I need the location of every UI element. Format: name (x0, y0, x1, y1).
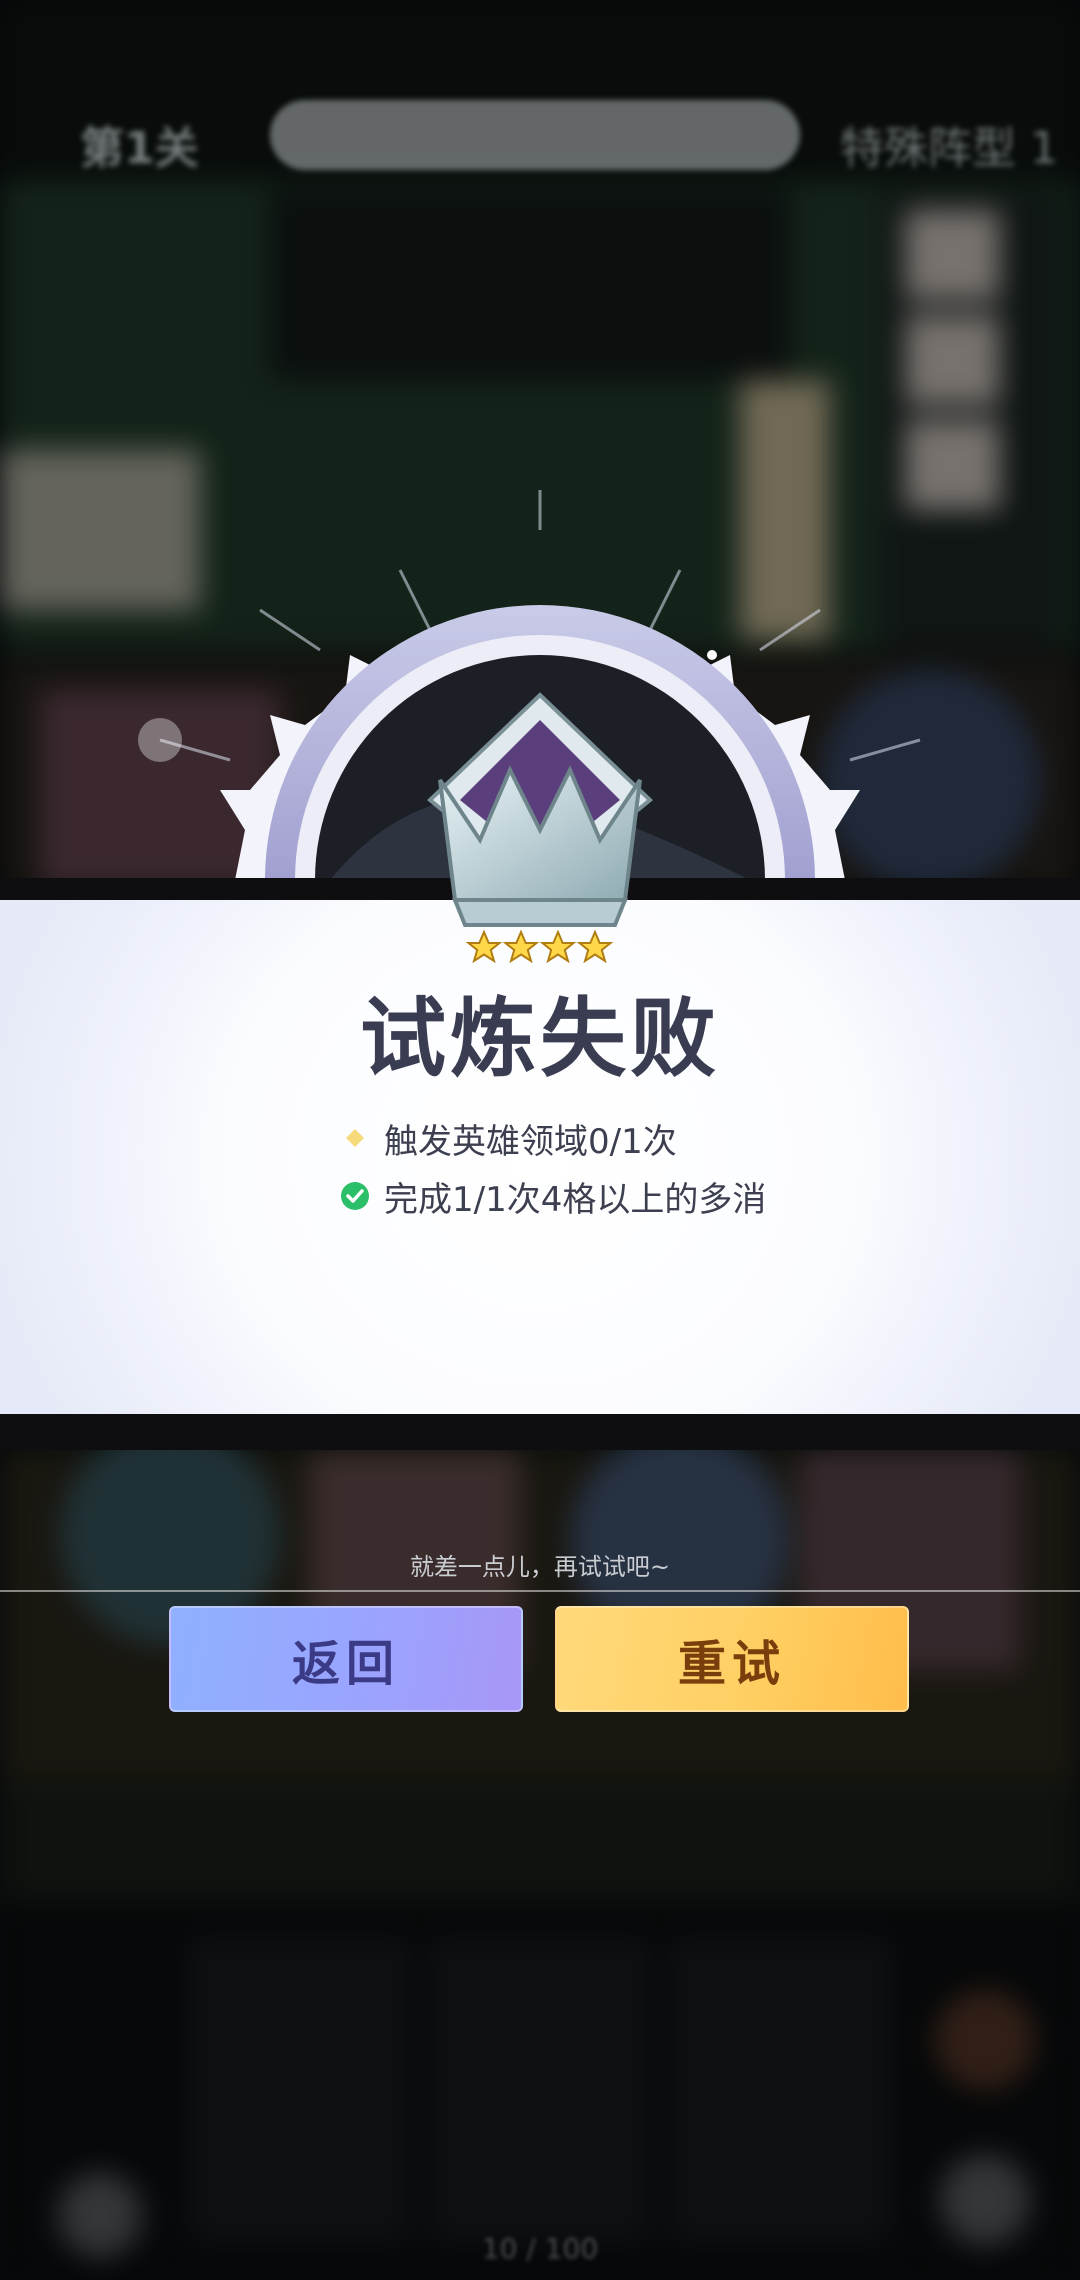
retry-button[interactable]: 重试 (555, 1606, 909, 1712)
check-circle-icon (338, 1179, 372, 1213)
star-icon (539, 929, 577, 964)
progress-bar (270, 100, 800, 170)
formation-count: 1 (1030, 123, 1058, 174)
divider (0, 1590, 1080, 1592)
objective-item: 完成1/1次4格以上的多消 (338, 1170, 766, 1222)
back-button-label: 返回 (291, 1636, 400, 1692)
retry-button-label: 重试 (677, 1636, 786, 1692)
move-counter: 10 / 100 (481, 2232, 599, 2265)
diamond-bullet-icon (338, 1121, 372, 1155)
level-label: 第1关 (80, 123, 199, 174)
hint-text: 就差一点儿，再试试吧~ (409, 1553, 671, 1581)
panel-bottom-border (0, 1414, 1080, 1450)
star-rating (465, 929, 614, 964)
objective-text: 触发英雄领域0/1次 (384, 1121, 677, 1162)
star-icon (576, 929, 614, 964)
star-icon (465, 929, 503, 964)
crown-emblem (138, 490, 921, 964)
formation-label: 特殊阵型 1 (840, 112, 1058, 176)
formation-text: 特殊阵型 (840, 123, 1016, 174)
objective-text: 完成1/1次4格以上的多消 (384, 1179, 767, 1220)
star-icon (502, 929, 540, 964)
back-button[interactable]: 返回 (169, 1606, 523, 1712)
objective-item: 触发英雄领域0/1次 (338, 1112, 677, 1164)
result-title: 试炼失败 (360, 988, 720, 1089)
